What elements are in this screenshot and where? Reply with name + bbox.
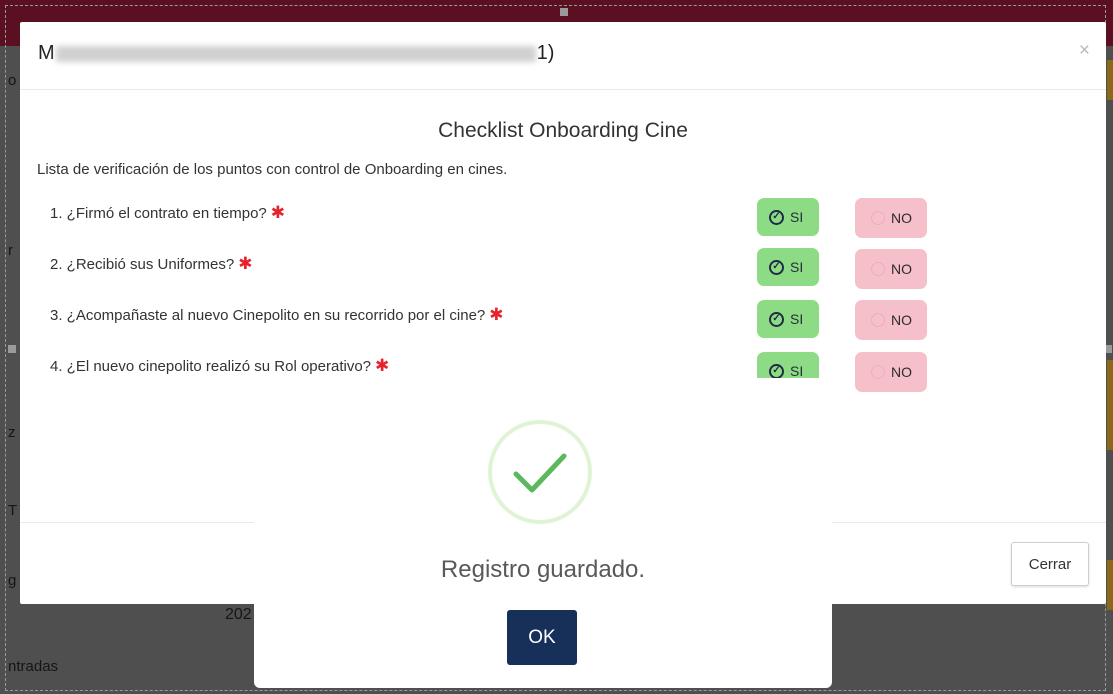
no-label: NO <box>891 210 912 226</box>
close-icon[interactable]: × <box>1079 40 1090 62</box>
backdrop-accent <box>1107 60 1113 100</box>
required-icon: ✱ <box>375 356 390 375</box>
answer-si-button[interactable]: ✓ SI <box>757 300 819 338</box>
required-icon: ✱ <box>270 203 286 222</box>
backdrop-text: T <box>8 502 18 519</box>
question-2: 2. ¿Recibió sus Uniformes? ✱ <box>50 254 252 274</box>
radio-icon <box>871 262 885 276</box>
alert-message: Registro guardado. <box>440 556 646 583</box>
modal-title-prefix: M <box>38 42 55 64</box>
redacted-employee-name <box>55 45 536 62</box>
answer-si-button[interactable]: ✓ SI <box>757 248 819 286</box>
answer-no-button[interactable]: NO <box>855 300 927 340</box>
backdrop-text: g <box>8 572 17 589</box>
si-label: SI <box>790 363 804 379</box>
si-label: SI <box>790 311 804 327</box>
si-label: SI <box>790 209 804 225</box>
check-circle-icon: ✓ <box>769 311 784 327</box>
answer-si-button[interactable]: ✓ SI <box>757 198 819 236</box>
resize-handle[interactable] <box>560 8 568 16</box>
backdrop-text: o <box>8 72 17 89</box>
backdrop-accent <box>1107 560 1113 610</box>
question-text: 1. ¿Firmó el contrato en tiempo? <box>50 205 267 222</box>
no-label: NO <box>891 312 912 328</box>
backdrop-text: r <box>8 242 13 259</box>
answer-no-button[interactable]: NO <box>855 249 927 289</box>
modal-title-suffix: 1) <box>536 42 555 64</box>
backdrop-entradas: ntradas <box>8 658 59 675</box>
radio-icon <box>871 365 885 379</box>
checklist-description: Lista de verificación de los puntos con … <box>37 161 508 178</box>
backdrop-text: z <box>8 424 16 441</box>
question-1: 1. ¿Firmó el contrato en tiempo? ✱ <box>50 203 285 223</box>
answer-no-button[interactable]: NO <box>855 198 927 238</box>
ok-button[interactable]: OK <box>507 610 577 665</box>
question-text: 2. ¿Recibió sus Uniformes? <box>50 256 235 273</box>
required-icon: ✱ <box>238 254 253 273</box>
backdrop-accent <box>1107 360 1113 450</box>
checklist-title: Checklist Onboarding Cine <box>438 119 688 142</box>
no-label: NO <box>891 364 912 380</box>
question-text: 4. ¿El nuevo cinepolito realizó su Rol o… <box>50 358 372 375</box>
check-circle-icon: ✓ <box>769 259 784 275</box>
check-circle-icon: ✓ <box>769 209 784 225</box>
required-icon: ✱ <box>489 305 504 324</box>
question-4: 4. ¿El nuevo cinepolito realizó su Rol o… <box>50 356 389 376</box>
radio-icon <box>871 313 885 327</box>
question-3: 3. ¿Acompañaste al nuevo Cinepolito en s… <box>50 305 504 325</box>
modal-title: M 1) <box>38 42 554 65</box>
answer-no-button[interactable]: NO <box>855 352 927 392</box>
check-circle-icon: ✓ <box>769 363 784 379</box>
modal-header: M 1) × <box>20 22 1106 90</box>
no-label: NO <box>891 261 912 277</box>
si-label: SI <box>790 259 804 275</box>
success-alert: Registro guardado. OK <box>254 378 832 688</box>
backdrop-year: 202 <box>225 606 252 623</box>
question-text: 3. ¿Acompañaste al nuevo Cinepolito en s… <box>50 307 486 324</box>
close-button[interactable]: Cerrar <box>1011 542 1089 586</box>
radio-icon <box>871 211 885 225</box>
success-check-icon <box>488 420 592 524</box>
resize-handle[interactable] <box>8 345 16 353</box>
